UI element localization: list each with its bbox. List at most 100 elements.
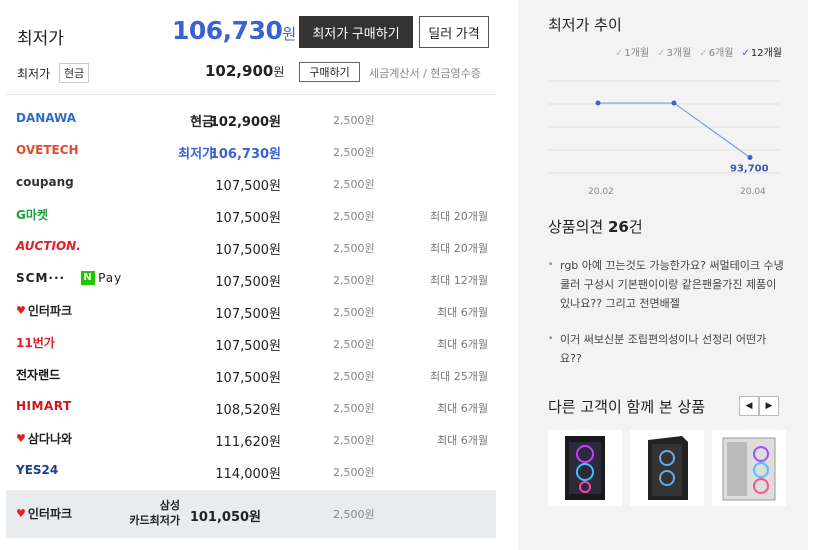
shipping-fee: 2,500원 — [333, 146, 375, 159]
ovetech-logo[interactable]: OVETECH — [16, 141, 79, 159]
shipping-fee: 2,500원 — [333, 306, 375, 319]
card-lowest-price[interactable]: 101,050원 — [190, 506, 261, 525]
mall-row[interactable]: AUCTION. 107,500원 2,500원 최대 20개월 — [6, 230, 496, 262]
mall-price[interactable]: 107,500원 — [215, 303, 281, 322]
shipping-fee: 2,500원 — [333, 242, 375, 255]
price-point[interactable] — [747, 155, 753, 161]
price-trend-chart: 93,700 — [548, 80, 780, 175]
check-icon: ✓ — [699, 48, 708, 59]
mall-price[interactable]: 107,500원 — [215, 207, 281, 226]
also-viewed-list — [548, 430, 786, 506]
price-point[interactable] — [595, 100, 601, 106]
price-point[interactable] — [671, 100, 677, 106]
mall-row[interactable]: 11번가 107,500원 2,500원 최대 6개월 — [6, 326, 496, 358]
himart-logo[interactable]: HIMART — [16, 397, 72, 415]
trend-period-tab[interactable]: ✓1개월 — [615, 44, 649, 59]
shipping-fee: 2,500원 — [333, 402, 375, 415]
card-lowest-label: 삼성 카드최저가 — [129, 499, 180, 527]
side-panel: 최저가 추이 ✓1개월 ✓3개월 ✓6개월 ✓12개월 93,700 20.02 20… — [518, 0, 808, 550]
shipping-fee: 2,500원 — [333, 434, 375, 447]
check-icon: ✓ — [657, 48, 666, 59]
mall-row[interactable]: SCM··· N Pay 107,500원 2,500원 최대 12개월 — [6, 262, 496, 294]
mall-row[interactable]: OVETECH 최저가 106,730원 2,500원 — [6, 134, 496, 166]
product-thumbnail[interactable] — [630, 430, 704, 506]
product-thumbnail[interactable] — [712, 430, 786, 506]
mall-row[interactable]: YES24 114,000원 2,500원 — [6, 454, 496, 486]
shipping-fee: 2,500원 — [333, 274, 375, 287]
samdanawa-logo[interactable]: ♥ 삼다나와 — [16, 429, 72, 447]
yes24-logo[interactable]: YES24 — [16, 461, 58, 479]
next-arrow-icon[interactable]: ▶ — [759, 396, 779, 416]
interpark-logo[interactable]: ♥ 인터파크 — [16, 301, 72, 319]
check-icon: ✓ — [741, 48, 750, 59]
also-viewed-title: 다른 고객이 함께 본 상품 — [548, 398, 706, 416]
mall-price[interactable]: 111,620원 — [215, 431, 281, 450]
mall-price[interactable]: 107,500원 — [215, 271, 281, 290]
lowest-price-value: 106,730원 — [172, 16, 296, 45]
mall-price[interactable]: 107,500원 — [215, 239, 281, 258]
installment-info: 최대 25개월 — [430, 370, 488, 383]
mall-price[interactable]: 108,520원 — [215, 399, 281, 418]
shipping-fee: 2,500원 — [333, 114, 375, 127]
trend-period-tab[interactable]: ✓3개월 — [657, 44, 691, 59]
buy-lowest-button[interactable]: 최저가 구매하기 — [299, 16, 413, 48]
price-line — [598, 102, 751, 159]
trend-period-tabs: ✓1개월 ✓3개월 ✓6개월 ✓12개월 — [615, 44, 782, 59]
trend-title: 최저가 추이 — [548, 16, 622, 34]
mall-price[interactable]: 107,500원 — [215, 335, 281, 354]
data-label: 93,700 — [730, 164, 769, 175]
mall-price[interactable]: 107,500원 — [215, 367, 281, 386]
check-icon: ✓ — [615, 48, 624, 59]
price-type-label: 최저가 — [178, 147, 214, 162]
jaje-logo[interactable]: 전자랜드 — [16, 365, 60, 383]
11st-logo[interactable]: 11번가 — [16, 333, 55, 351]
opinion-title: 상품의견 26건 — [548, 218, 643, 236]
installment-info: 최대 12개월 — [430, 274, 488, 287]
mall-row[interactable]: G마켓 107,500원 2,500원 최대 20개월 — [6, 198, 496, 230]
shipping-fee: 2,500원 — [333, 466, 375, 479]
cash-tag: 현금 — [59, 63, 90, 83]
mall-row[interactable]: 전자랜드 107,500원 2,500원 최대 25개월 — [6, 358, 496, 390]
installment-info: 최대 6개월 — [437, 338, 488, 351]
shipping-fee: 2,500원 — [333, 370, 375, 383]
card-lowest-row[interactable]: ♥ 인터파크 삼성 카드최저가 101,050원 2,500원 — [6, 490, 496, 538]
cash-lowest-label: 최저가 — [17, 67, 51, 81]
danawa-logo[interactable]: DANAWA — [16, 109, 76, 127]
shipping-fee: 2,500원 — [333, 508, 375, 521]
price-compare-panel: 최저가 106,730원 최저가 구매하기 딜러 가격 최저가 현금 102,9… — [0, 0, 508, 550]
heart-icon: ♥ — [16, 431, 26, 445]
mall-price[interactable]: 114,000원 — [215, 463, 281, 482]
installment-info: 최대 20개월 — [430, 210, 488, 223]
mall-price[interactable]: 106,730원 — [210, 143, 281, 162]
pc-case-icon — [648, 436, 688, 500]
heart-icon: ♥ — [16, 303, 26, 317]
cash-buy-button[interactable]: 구매하기 — [299, 62, 360, 82]
prev-arrow-icon[interactable]: ◀ — [739, 396, 759, 416]
mall-row[interactable]: HIMART 108,520원 2,500원 최대 6개월 — [6, 390, 496, 422]
gmarket-logo[interactable]: G마켓 — [16, 205, 48, 223]
shipping-fee: 2,500원 — [333, 210, 375, 223]
scm-logo[interactable]: SCM··· N Pay — [16, 269, 122, 287]
tax-note: 세금계산서 / 현금영수증 — [369, 67, 481, 80]
auction-logo[interactable]: AUCTION. — [16, 237, 81, 255]
coupang-logo[interactable]: coupang — [16, 173, 74, 191]
mall-row[interactable]: ♥ 인터파크 107,500원 2,500원 최대 6개월 — [6, 294, 496, 326]
opinion-item[interactable]: 이거 써보신분 조립편의성이나 선정리 어떤가요?? — [548, 330, 788, 368]
npay-icon: N — [81, 271, 96, 285]
installment-info: 최대 6개월 — [437, 306, 488, 319]
mall-price[interactable]: 107,500원 — [215, 175, 281, 194]
mall-row[interactable]: DANAWA 현금 102,900원 2,500원 — [6, 102, 496, 134]
dealer-price-button[interactable]: 딜러 가격 — [419, 16, 489, 48]
mall-row[interactable]: ♥ 삼다나와 111,620원 2,500원 최대 6개월 — [6, 422, 496, 454]
shipping-fee: 2,500원 — [333, 178, 375, 191]
trend-period-tab[interactable]: ✓6개월 — [699, 44, 733, 59]
mall-price[interactable]: 102,900원 — [210, 111, 281, 130]
opinion-item[interactable]: rgb 아예 끄는것도 가능한가요? 써멀테이크 수냉쿨러 구성시 기본팬이이랑… — [548, 256, 788, 313]
product-thumbnail[interactable] — [548, 430, 622, 506]
trend-period-tab[interactable]: ✓12개월 — [741, 44, 782, 59]
divider — [6, 94, 496, 95]
mall-row[interactable]: coupang 107,500원 2,500원 — [6, 166, 496, 198]
installment-info: 최대 6개월 — [437, 402, 488, 415]
interpark-logo[interactable]: ♥ 인터파크 — [16, 504, 72, 522]
pc-case-icon — [565, 436, 605, 500]
